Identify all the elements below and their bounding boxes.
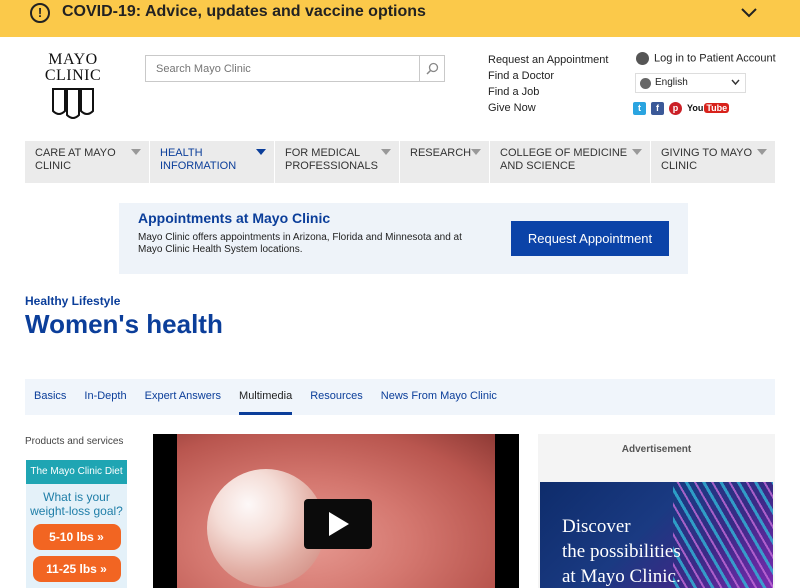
search-input[interactable] bbox=[146, 56, 421, 81]
tab-resources[interactable]: Resources bbox=[301, 379, 372, 415]
caret-down-icon bbox=[131, 149, 141, 155]
caret-down-icon bbox=[632, 149, 642, 155]
weight-goal-5-10-button[interactable]: 5-10 lbs » bbox=[32, 524, 121, 550]
nav-label: RESEARCH bbox=[410, 147, 472, 159]
give-now-link[interactable]: Give Now bbox=[488, 100, 608, 116]
nav-label: COLLEGE OF MEDICINE AND SCIENCE bbox=[500, 147, 628, 172]
main-nav: CARE AT MAYO CLINIC HEALTH INFORMATION F… bbox=[25, 141, 775, 183]
find-job-link[interactable]: Find a Job bbox=[488, 84, 608, 100]
nav-label: GIVING TO MAYO CLINIC bbox=[661, 147, 753, 172]
language-select[interactable]: English bbox=[635, 73, 746, 93]
nav-giving-to-mayo-clinic[interactable]: GIVING TO MAYO CLINIC bbox=[651, 141, 775, 183]
search-icon bbox=[426, 62, 439, 75]
nav-label: HEALTH INFORMATION bbox=[160, 147, 237, 172]
content-tabs: Basics In-Depth Expert Answers Multimedi… bbox=[25, 379, 775, 415]
language-value: English bbox=[655, 77, 688, 88]
diet-promo-header: The Mayo Clinic Diet bbox=[26, 460, 127, 484]
quick-links: Request an Appointment Find a Doctor Fin… bbox=[488, 52, 608, 116]
youtube-tube: Tube bbox=[704, 103, 730, 113]
tab-expert-answers[interactable]: Expert Answers bbox=[136, 379, 230, 415]
mayo-clinic-logo[interactable]: MAYO CLINIC bbox=[40, 52, 106, 122]
logo-line1: MAYO bbox=[48, 51, 98, 68]
diet-promo[interactable]: The Mayo Clinic Diet What is your weight… bbox=[26, 460, 127, 588]
user-icon bbox=[636, 52, 649, 65]
weight-goal-11-25-button[interactable]: 11-25 lbs » bbox=[32, 556, 121, 582]
globe-icon bbox=[640, 78, 651, 89]
diet-promo-question: What is your weight-loss goal? bbox=[30, 490, 123, 518]
facebook-icon[interactable]: f bbox=[651, 101, 664, 115]
covid-banner[interactable]: ! COVID-19: Advice, updates and vaccine … bbox=[0, 0, 800, 37]
patient-login-link[interactable]: Log in to Patient Account bbox=[636, 52, 776, 65]
caret-down-icon bbox=[471, 149, 481, 155]
search-button[interactable] bbox=[419, 56, 444, 81]
chevron-down-icon bbox=[731, 79, 740, 86]
youtube-icon[interactable]: You Tube bbox=[687, 101, 730, 115]
find-doctor-link[interactable]: Find a Doctor bbox=[488, 68, 608, 84]
caret-down-icon bbox=[256, 149, 266, 155]
page-kicker[interactable]: Healthy Lifestyle bbox=[25, 294, 120, 308]
appointment-promo: Appointments at Mayo Clinic Mayo Clinic … bbox=[119, 203, 688, 274]
nav-college-of-medicine[interactable]: COLLEGE OF MEDICINE AND SCIENCE bbox=[490, 141, 651, 183]
appointment-description: Mayo Clinic offers appointments in Arizo… bbox=[138, 232, 462, 255]
request-appointment-button[interactable]: Request Appointment bbox=[511, 221, 669, 256]
ad-line2: the possibilities bbox=[562, 541, 681, 562]
alert-circle-icon: ! bbox=[30, 3, 50, 23]
request-appointment-link[interactable]: Request an Appointment bbox=[488, 52, 608, 68]
tab-basics[interactable]: Basics bbox=[25, 379, 75, 415]
twitter-icon[interactable]: t bbox=[633, 101, 646, 115]
shield-logo-icon bbox=[52, 88, 94, 119]
tab-multimedia[interactable]: Multimedia bbox=[230, 379, 301, 415]
nav-research[interactable]: RESEARCH bbox=[400, 141, 490, 183]
products-services-label: Products and services bbox=[25, 436, 124, 447]
ad-line1: Discover bbox=[562, 516, 631, 537]
play-icon[interactable] bbox=[304, 499, 372, 549]
video-player[interactable] bbox=[153, 434, 519, 588]
covid-banner-text[interactable]: COVID-19: Advice, updates and vaccine op… bbox=[62, 3, 426, 21]
youtube-you: You bbox=[687, 103, 704, 113]
nav-health-information[interactable]: HEALTH INFORMATION bbox=[150, 141, 275, 183]
advertisement-label: Advertisement bbox=[621, 444, 692, 455]
page-title: Women's health bbox=[25, 309, 223, 339]
advertisement-banner[interactable]: Discover the possibilities at Mayo Clini… bbox=[540, 482, 773, 588]
ad-decoration bbox=[673, 482, 773, 588]
ad-line3: at Mayo Clinic. bbox=[562, 566, 681, 587]
social-links: t f p You Tube bbox=[633, 101, 730, 115]
caret-down-icon bbox=[381, 149, 391, 155]
nav-label: CARE AT MAYO CLINIC bbox=[35, 147, 116, 172]
pinterest-icon[interactable]: p bbox=[669, 101, 682, 115]
nav-label: FOR MEDICAL PROFESSIONALS bbox=[285, 147, 378, 172]
tab-news[interactable]: News From Mayo Clinic bbox=[372, 379, 506, 415]
nav-care-at-mayo-clinic[interactable]: CARE AT MAYO CLINIC bbox=[25, 141, 150, 183]
tab-in-depth[interactable]: In-Depth bbox=[75, 379, 135, 415]
login-label[interactable]: Log in to Patient Account bbox=[654, 52, 776, 64]
caret-down-icon bbox=[757, 149, 767, 155]
search-box[interactable] bbox=[145, 55, 445, 82]
logo-line2: CLINIC bbox=[44, 67, 102, 84]
chevron-down-icon[interactable] bbox=[740, 6, 758, 20]
appointment-heading[interactable]: Appointments at Mayo Clinic bbox=[138, 210, 330, 226]
ad-headline: Discover the possibilities at Mayo Clini… bbox=[562, 514, 681, 588]
nav-for-medical-professionals[interactable]: FOR MEDICAL PROFESSIONALS bbox=[275, 141, 400, 183]
advertisement: Advertisement Discover the possibilities… bbox=[538, 434, 775, 588]
